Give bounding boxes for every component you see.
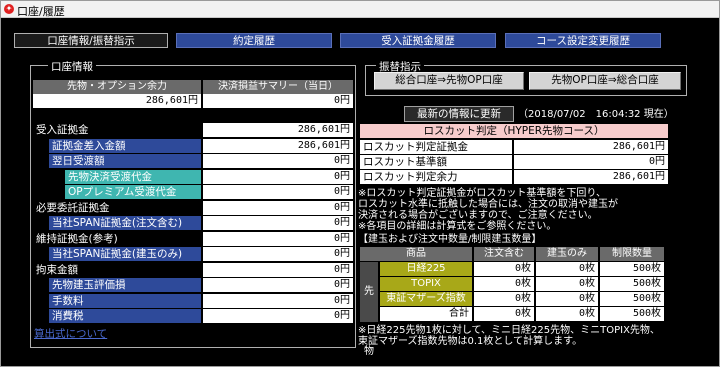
positions-held-qty: 0枚 (536, 307, 598, 321)
losscut-row-label: ロスカット判定証拠金 (360, 140, 512, 154)
futures-balance-header: 先物・オプション余力 (33, 80, 201, 94)
positions-limit-qty: 500枚 (600, 307, 664, 321)
account-row-value: 0円 (203, 185, 353, 199)
account-row-label: 必要委託証拠金 (36, 202, 110, 214)
title-bar: ✦ 口座/履歴 (1, 1, 719, 18)
positions-held-qty: 0枚 (536, 277, 598, 291)
refresh-button[interactable]: 最新の情報に更新 (404, 106, 514, 122)
account-row-value: 0円 (203, 232, 353, 246)
account-row-label: 証拠金差入金額 (49, 139, 201, 153)
tab-trade-history[interactable]: 約定履歴 (176, 33, 332, 48)
positions-order-qty: 0枚 (474, 262, 534, 276)
positions-header-cell: 制限数量 (600, 247, 664, 261)
losscut-note-line: ※ロスカット判定証拠金がロスカット基準額を下回り、 (358, 188, 606, 199)
account-row-label: OPプレミアム受渡代金 (65, 185, 201, 199)
app-logo-icon: ✦ (4, 4, 14, 14)
account-row-label: 当社SPAN証拠金(建玉のみ) (49, 247, 201, 261)
losscut-note-line: ※各項目の詳細は計算式をご参照ください。 (358, 221, 557, 232)
positions-section-title: 【建玉および注文中数量/制限建玉数量】 (358, 234, 542, 245)
positions-total-label: 合計 (380, 307, 472, 321)
account-row-label: 受入証拠金 (36, 124, 89, 136)
positions-limit-qty: 500枚 (600, 262, 664, 276)
account-group-title: 口座情報 (48, 59, 96, 74)
account-row-value: 0円 (203, 247, 353, 261)
account-row-label: 手数料 (49, 294, 201, 308)
last-updated-timestamp: （2018/07/02 16:04:32 現在） (518, 109, 674, 120)
account-row-label: 当社SPAN証拠金(注文含む) (49, 216, 201, 230)
positions-limit-qty: 500枚 (600, 292, 664, 306)
positions-order-qty: 0枚 (474, 292, 534, 306)
positions-held-qty: 0枚 (536, 292, 598, 306)
transfer-to-general-button[interactable]: 先物OP口座⇒総合口座 (529, 72, 681, 90)
account-row-value: 286,601円 (203, 139, 353, 153)
positions-order-qty: 0枚 (474, 277, 534, 291)
account-row-value: 0円 (203, 278, 353, 292)
positions-held-qty: 0枚 (536, 262, 598, 276)
positions-side-label: 先物 (360, 262, 378, 357)
account-row-label: 先物決済受渡代金 (65, 170, 201, 184)
account-row-label: 拘束金額 (36, 264, 78, 276)
positions-header-cell: 注文含む (474, 247, 534, 261)
positions-product-name: 東証マザーズ指数 (380, 292, 472, 306)
tab-margin-history[interactable]: 受入証拠金履歴 (340, 33, 496, 48)
transfer-to-futures-button[interactable]: 総合口座⇒先物OP口座 (374, 72, 524, 90)
positions-product-name: 日経225 (380, 262, 472, 276)
calc-formula-link[interactable]: 算出式について (34, 326, 107, 341)
losscut-row-value: 286,601円 (514, 140, 668, 154)
account-row-value: 0円 (203, 294, 353, 308)
account-row-value: 0円 (203, 216, 353, 230)
losscut-row-label: ロスカット判定余力 (360, 170, 512, 184)
losscut-note-line: ロスカット水準に抵触した場合には、注文の取消や建玉が (358, 199, 618, 210)
losscut-row-value: 0円 (514, 155, 668, 169)
positions-limit-qty: 500枚 (600, 277, 664, 291)
positions-header-cell: 商品 (360, 247, 472, 261)
positions-order-qty: 0枚 (474, 307, 534, 321)
settlement-summary-header: 決済損益サマリー（当日） (203, 80, 353, 94)
tab-account-info[interactable]: 口座情報/振替指示 (14, 33, 168, 48)
positions-footnote-line: 東証マザーズ指数先物は0.1枚として計算します。 (358, 336, 583, 347)
settlement-summary-value: 0円 (203, 94, 353, 108)
losscut-row-label: ロスカット基準額 (360, 155, 512, 169)
account-row-label: 維持証拠金(参考) (36, 233, 118, 245)
positions-footnote-line: ※日経225先物1枚に対して、ミニ日経225先物、ミニTOPIX先物、 (358, 325, 660, 336)
positions-header-cell: 建玉のみ (536, 247, 598, 261)
futures-balance-value: 286,601円 (33, 94, 201, 108)
account-row-value: 286,601円 (203, 123, 353, 137)
window-title: 口座/履歴 (17, 5, 65, 18)
positions-product-name: TOPIX (380, 277, 472, 291)
account-row-value: 0円 (203, 263, 353, 277)
account-row-label: 翌日受渡額 (49, 154, 201, 168)
account-row-label: 消費税 (49, 309, 201, 323)
tab-course-history[interactable]: コース設定変更履歴 (505, 33, 661, 48)
account-row-value: 0円 (203, 170, 353, 184)
account-row-label: 先物建玉評価損 (49, 278, 201, 292)
losscut-row-value: 286,601円 (514, 170, 668, 184)
account-row-value: 0円 (203, 201, 353, 215)
account-row-value: 0円 (203, 309, 353, 323)
losscut-title: ロスカット判定（HYPER先物コース） (360, 124, 668, 138)
losscut-note-line: 決済される場合がございますので、ご注意ください。 (358, 210, 598, 221)
account-row-value: 0円 (203, 154, 353, 168)
